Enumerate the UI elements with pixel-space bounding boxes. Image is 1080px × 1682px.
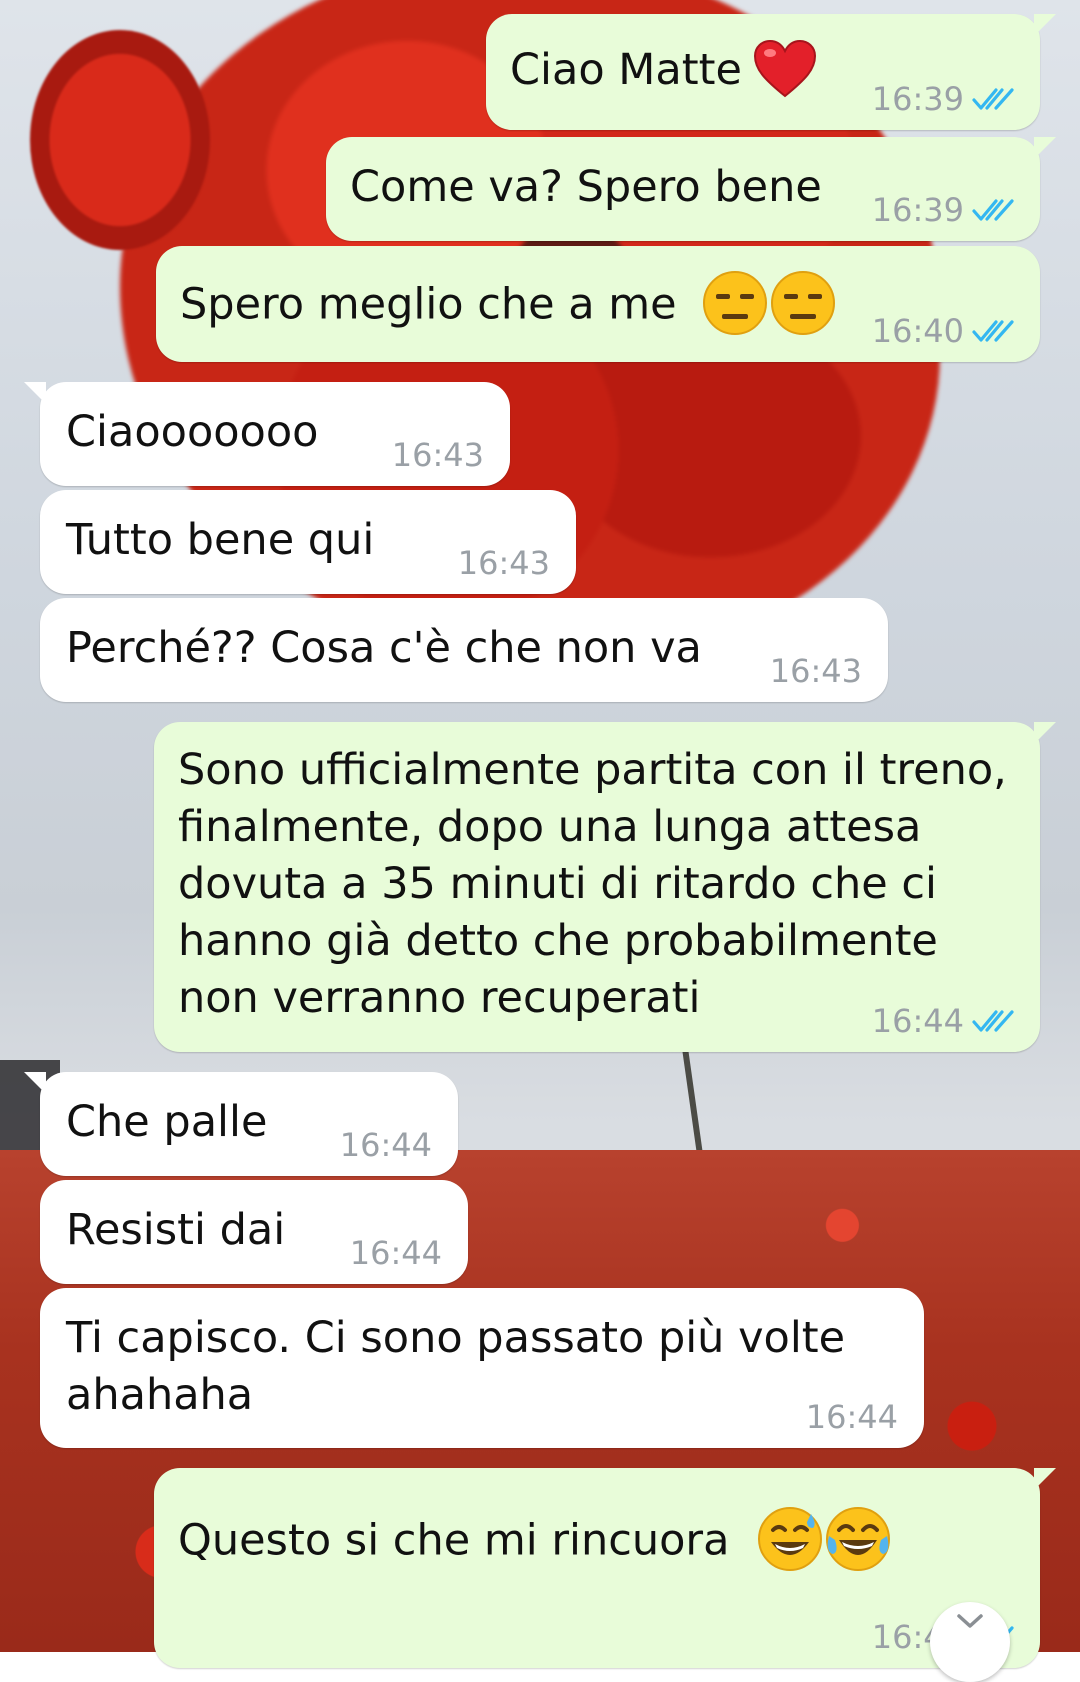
message-time: 16:44 (805, 1398, 898, 1436)
message-meta: 16:39 (872, 193, 1016, 227)
message-text: Spero meglio che a me (180, 279, 677, 330)
message-meta: 16:40 (872, 314, 1016, 348)
message-incoming[interactable]: Perché?? Cosa c'è che non va 16:43 (40, 598, 888, 702)
message-meta: 16:43 (392, 438, 484, 472)
message-text: Questo si che mi rincuora (178, 1515, 730, 1566)
message-meta: 16:44 (340, 1128, 432, 1162)
message-incoming[interactable]: Resisti dai 16:44 (40, 1180, 468, 1284)
message-text: Ciao Matte (510, 45, 742, 95)
grinning-sweat-face-icon (758, 1507, 823, 1571)
message-line: Sono ufficialmente partita con il treno, (178, 745, 1007, 795)
message-incoming[interactable]: Tutto bene qui 16:43 (40, 490, 576, 594)
double-check-icon (972, 86, 1016, 112)
expressionless-face-icon (771, 271, 836, 335)
message-line: hanno già detto che probabilmente (178, 916, 938, 966)
message-time: 16:39 (871, 80, 964, 118)
message-line: finalmente, dopo una lunga attesa (178, 802, 922, 852)
message-time: 16:43 (391, 436, 484, 474)
red-heart-icon (753, 39, 816, 97)
message-time: 16:43 (769, 652, 862, 690)
message-time: 16:44 (339, 1126, 432, 1164)
message-meta: 16:44 (350, 1236, 442, 1270)
message-line: ahahaha (66, 1370, 254, 1420)
message-meta: 16:43 (770, 654, 862, 688)
message-incoming[interactable]: Ciaooooooo 16:43 (24, 382, 510, 486)
double-check-icon (972, 1008, 1016, 1034)
message-meta: 16:44 (806, 1400, 898, 1434)
message-list[interactable]: Ciao Matte 16:39 Come va? Spero bene 16:… (0, 0, 1080, 1682)
message-meta: 16:43 (458, 546, 550, 580)
tears-of-joy-face-icon (826, 1507, 891, 1571)
message-time: 16:44 (349, 1234, 442, 1272)
double-check-icon (972, 197, 1016, 223)
message-time: 16:39 (871, 191, 964, 229)
message-line: dovuta a 35 minuti di ritardo che ci (178, 859, 937, 909)
message-outgoing[interactable]: Come va? Spero bene 16:39 (326, 137, 1056, 241)
message-incoming[interactable]: Ti capisco. Ci sono passato più volte ah… (40, 1288, 924, 1448)
message-incoming[interactable]: Che palle 16:44 (24, 1072, 458, 1176)
message-outgoing[interactable]: Questo si che mi rincuora 16:44 (154, 1468, 1056, 1668)
message-outgoing[interactable]: Ciao Matte 16:39 (486, 14, 1056, 130)
chevron-down-icon (957, 1614, 983, 1628)
message-outgoing[interactable]: Sono ufficialmente partita con il treno,… (154, 722, 1056, 1052)
message-meta: 16:39 (872, 82, 1016, 116)
scroll-to-bottom-button[interactable] (930, 1602, 1010, 1682)
message-time: 16:43 (457, 544, 550, 582)
message-time: 16:40 (871, 312, 964, 350)
double-check-icon (972, 318, 1016, 344)
message-time: 16:44 (871, 1002, 964, 1040)
message-text: Perché?? Cosa c'è che non va (66, 623, 702, 673)
message-meta: 16:44 (872, 1004, 1016, 1038)
message-line: Ti capisco. Ci sono passato più volte (66, 1313, 846, 1363)
message-outgoing[interactable]: Spero meglio che a me 16:40 (156, 246, 1040, 362)
expressionless-face-icon (703, 271, 768, 335)
